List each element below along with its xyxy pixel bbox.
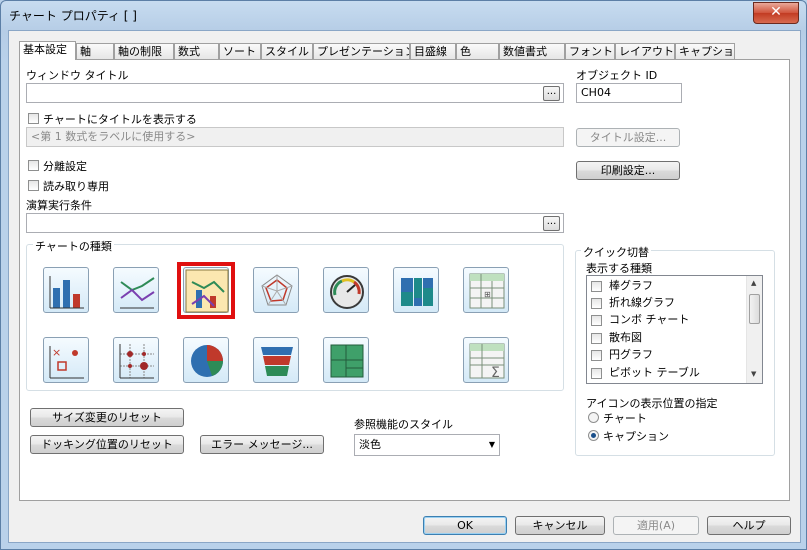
pie-chart-icon[interactable] <box>183 337 229 383</box>
general-panel: ウィンドウ タイトル ... オブジェクト ID CH04 チャートにタイトルを… <box>19 59 790 501</box>
radio-chart[interactable] <box>588 412 599 423</box>
ref-style-value: 淡色 <box>359 438 381 451</box>
radar-chart-icon[interactable] <box>253 267 299 313</box>
tab-sort[interactable]: ソート <box>219 43 261 59</box>
quick-switch-group-label: クイック切替 <box>581 244 651 260</box>
detach-checkbox[interactable] <box>28 160 39 171</box>
list-item-label: 折れ線グラフ <box>609 296 675 309</box>
selected-chart-highlight <box>177 262 235 319</box>
mekko-chart-icon[interactable] <box>393 267 439 313</box>
list-item-checkbox[interactable] <box>591 281 602 292</box>
chart-type-group-label: チャートの種類 <box>33 238 114 254</box>
list-item-checkbox[interactable] <box>591 333 602 344</box>
list-item-checkbox[interactable] <box>591 315 602 326</box>
line-chart-icon[interactable] <box>113 267 159 313</box>
readonly-checkbox[interactable] <box>28 180 39 191</box>
window-title: チャート プロパティ [ ] <box>9 9 137 23</box>
dialog-client: 基本設定 軸 軸の制限 数式 ソート スタイル プレゼンテーション 目盛線 色 … <box>8 30 801 543</box>
chart-title-input[interactable]: <第 1 数式をラベルに使用する> <box>26 127 564 147</box>
svg-text:⊞: ⊞ <box>484 290 491 299</box>
help-button[interactable]: ヘルプ <box>707 516 791 535</box>
scroll-up-icon[interactable]: ▲ <box>751 279 756 287</box>
display-types-label: 表示する種類 <box>586 262 652 275</box>
tab-axes[interactable]: 軸 <box>76 43 114 59</box>
tab-gridlines[interactable]: 目盛線 <box>410 43 456 59</box>
tab-axis-limits[interactable]: 軸の制限 <box>114 43 174 59</box>
chevron-down-icon: ▼ <box>488 440 495 449</box>
reset-size-button[interactable]: サイズ変更のリセット <box>30 408 184 427</box>
pivot-table-icon[interactable]: ⊞ <box>463 267 509 313</box>
straight-table-icon[interactable]: Σ <box>463 337 509 383</box>
dialog-window: チャート プロパティ [ ] ✕ 基本設定 軸 軸の制限 数式 ソート スタイル… <box>0 0 807 550</box>
window-title-label: ウィンドウ タイトル <box>26 69 129 82</box>
print-settings-button[interactable]: 印刷設定... <box>576 161 680 180</box>
object-id-label: オブジェクト ID <box>576 69 658 82</box>
calc-condition-input[interactable] <box>26 213 564 233</box>
calc-condition-label: 演算実行条件 <box>26 199 92 212</box>
calc-condition-expression-button[interactable]: ... <box>543 216 560 231</box>
radio-chart-label: チャート <box>603 412 647 425</box>
ref-style-label: 参照機能のスタイル <box>354 418 453 431</box>
svg-text:Σ: Σ <box>491 365 500 381</box>
tab-layout[interactable]: レイアウト <box>615 43 675 59</box>
ok-button[interactable]: OK <box>423 516 507 535</box>
list-scrollbar[interactable]: ▲ ▼ <box>746 276 762 383</box>
title-settings-button[interactable]: タイトル設定... <box>576 128 680 147</box>
list-item-label: 棒グラフ <box>609 279 653 292</box>
apply-button[interactable]: 適用(A) <box>613 516 699 535</box>
show-title-checkbox[interactable] <box>28 113 39 124</box>
tab-style[interactable]: スタイル <box>261 43 313 59</box>
cancel-button[interactable]: キャンセル <box>515 516 605 535</box>
tab-colors[interactable]: 色 <box>456 43 499 59</box>
object-id-input[interactable]: CH04 <box>576 83 682 103</box>
list-item-label: コンボ チャート <box>609 313 690 326</box>
tab-general[interactable]: 基本設定 <box>19 41 76 60</box>
list-item-checkbox[interactable] <box>591 350 602 361</box>
tab-expressions[interactable]: 数式 <box>174 43 219 59</box>
window-title-expression-button[interactable]: ... <box>543 86 560 101</box>
svg-text:×: × <box>52 346 61 359</box>
tab-caption[interactable]: キャプション <box>675 43 735 59</box>
scroll-thumb[interactable] <box>749 294 760 324</box>
radio-caption-label: キャプション <box>603 430 669 443</box>
title-bar[interactable]: チャート プロパティ [ ] ✕ <box>1 1 806 29</box>
funnel-chart-icon[interactable] <box>253 337 299 383</box>
radio-caption[interactable] <box>588 430 599 441</box>
tab-font[interactable]: フォント <box>565 43 615 59</box>
grid-chart-icon[interactable] <box>113 337 159 383</box>
detach-label: 分離設定 <box>43 160 87 173</box>
quick-switch-list[interactable]: 棒グラフ 折れ線グラフ コンボ チャート 散布図 円グラフ ピボット テーブル … <box>586 275 763 384</box>
tab-presentation[interactable]: プレゼンテーション <box>313 43 410 59</box>
list-item-label: ピボット テーブル <box>609 366 700 379</box>
error-messages-button[interactable]: エラー メッセージ... <box>200 435 324 454</box>
tab-number[interactable]: 数値書式 <box>499 43 565 59</box>
list-item-checkbox[interactable] <box>591 368 602 379</box>
ref-style-select[interactable]: 淡色 ▼ <box>354 434 500 456</box>
scatter-chart-icon[interactable]: × <box>43 337 89 383</box>
list-item-checkbox[interactable] <box>591 298 602 309</box>
readonly-label: 読み取り専用 <box>43 180 109 193</box>
scroll-down-icon[interactable]: ▼ <box>751 370 756 378</box>
gauge-chart-icon[interactable] <box>323 267 369 313</box>
bar-chart-icon[interactable] <box>43 267 89 313</box>
show-title-label: チャートにタイトルを表示する <box>43 113 197 126</box>
list-item-label: 円グラフ <box>609 348 653 361</box>
icon-position-label: アイコンの表示位置の指定 <box>586 397 718 410</box>
reset-docking-button[interactable]: ドッキング位置のリセット <box>30 435 184 454</box>
window-title-input[interactable] <box>26 83 564 103</box>
block-chart-icon[interactable] <box>323 337 369 383</box>
close-button[interactable]: ✕ <box>753 2 799 24</box>
list-item-label: 散布図 <box>609 331 642 344</box>
